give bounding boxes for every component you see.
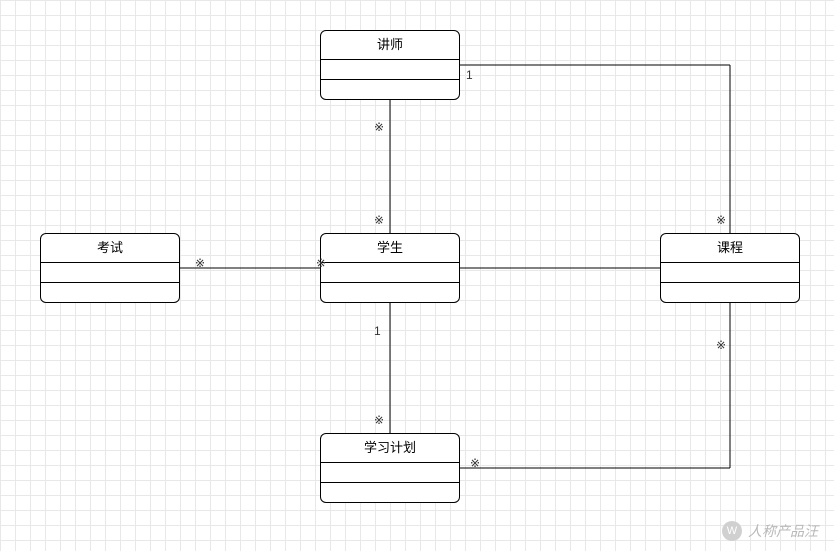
mult-instructor-course: 1 xyxy=(466,68,473,82)
class-student-attrs xyxy=(321,263,459,283)
watermark: W 人称产品汪 xyxy=(722,521,818,541)
class-studyplan[interactable]: 学习计划 xyxy=(320,433,460,503)
mult-student-plan-bottom: ※ xyxy=(374,413,384,427)
mult-instructor-student-bottom: ※ xyxy=(374,213,384,227)
class-exam-attrs xyxy=(41,263,179,283)
class-course[interactable]: 课程 xyxy=(660,233,800,303)
mult-exam-student-left: ※ xyxy=(195,256,205,270)
mult-student-plan-top: 1 xyxy=(374,324,381,338)
class-course-attrs xyxy=(661,263,799,283)
class-student[interactable]: 学生 xyxy=(320,233,460,303)
class-course-ops xyxy=(661,283,799,302)
class-student-title: 学生 xyxy=(321,234,459,263)
class-student-ops xyxy=(321,283,459,302)
class-course-title: 课程 xyxy=(661,234,799,263)
mult-course-plan-bottom: ※ xyxy=(470,456,480,470)
class-exam[interactable]: 考试 xyxy=(40,233,180,303)
mult-course-plan-top: ※ xyxy=(716,338,726,352)
watermark-icon: W xyxy=(722,521,742,541)
class-exam-title: 考试 xyxy=(41,234,179,263)
mult-instructor-student-top: ※ xyxy=(374,120,384,134)
class-instructor-title: 讲师 xyxy=(321,31,459,60)
class-studyplan-title: 学习计划 xyxy=(321,434,459,463)
mult-exam-student-right: ※ xyxy=(316,256,326,270)
class-instructor-ops xyxy=(321,80,459,99)
mult-course-instructor: ※ xyxy=(716,213,726,227)
class-instructor-attrs xyxy=(321,60,459,80)
class-studyplan-ops xyxy=(321,483,459,502)
class-exam-ops xyxy=(41,283,179,302)
class-instructor[interactable]: 讲师 xyxy=(320,30,460,100)
watermark-text: 人称产品汪 xyxy=(748,521,818,541)
class-studyplan-attrs xyxy=(321,463,459,483)
